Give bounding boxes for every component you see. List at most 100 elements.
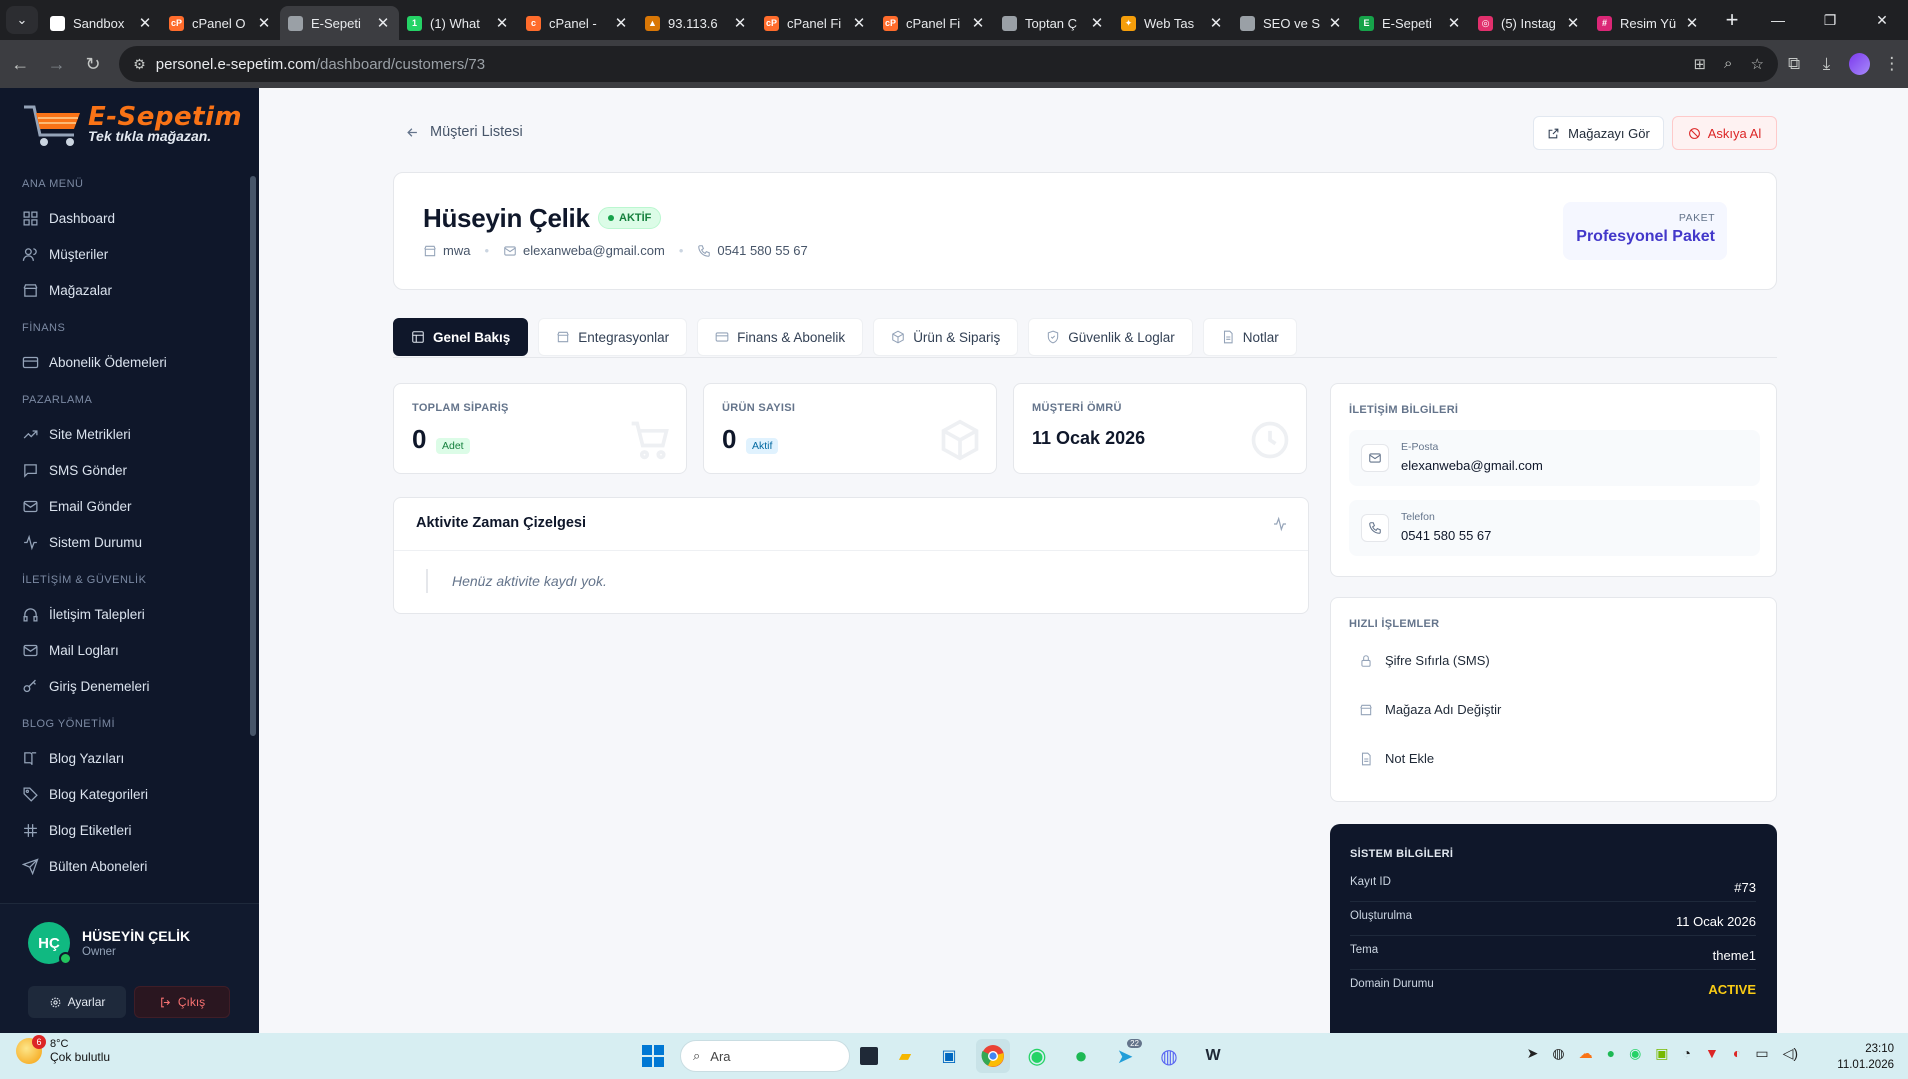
browser-tab[interactable]: Sandbox ✕ xyxy=(42,6,161,40)
forward-nav-icon[interactable]: → xyxy=(40,47,72,81)
volume-icon[interactable]: ◁) xyxy=(1783,1045,1798,1062)
tab-close-icon[interactable]: ✕ xyxy=(1565,14,1581,32)
whatsapp-tray-icon[interactable]: ◉ xyxy=(1629,1045,1641,1062)
translate-icon[interactable]: ⊞ xyxy=(1693,55,1706,73)
avatar[interactable]: HÇ xyxy=(28,922,72,965)
browser-tab[interactable]: # Resim Yü ✕ xyxy=(1589,6,1708,40)
spotify-tray-icon[interactable]: ● xyxy=(1607,1045,1615,1062)
download-icon[interactable]: ⤓ xyxy=(1810,54,1842,74)
sidebar-item-sistem-durumu[interactable]: Sistem Durumu xyxy=(0,524,259,560)
minimize-icon[interactable]: — xyxy=(1752,0,1804,40)
browser-menu-icon[interactable]: ⋮ xyxy=(1876,54,1908,74)
task-view-icon[interactable] xyxy=(860,1047,878,1065)
extensions-icon[interactable]: ⧉ xyxy=(1778,54,1810,74)
reload-icon[interactable]: ↻ xyxy=(77,47,109,81)
file-explorer-icon[interactable]: ▰ xyxy=(888,1039,922,1073)
network-icon[interactable]: ▭ xyxy=(1755,1045,1768,1062)
browser-tab[interactable]: cP cPanel O ✕ xyxy=(161,6,280,40)
tab-ürün-sipariş[interactable]: Ürün & Sipariş xyxy=(873,318,1019,356)
taskbar-search[interactable]: ⌕ Ara xyxy=(680,1040,850,1072)
rename-store-action[interactable]: Mağaza Adı Değiştir xyxy=(1359,702,1501,717)
contact-email-row[interactable]: E-Posta elexanweba@gmail.com xyxy=(1349,430,1760,486)
view-store-button[interactable]: Mağazayı Gör xyxy=(1533,116,1664,150)
phone-meta[interactable]: 0541 580 55 67 xyxy=(697,243,808,258)
sidebar-item-i-letişim-talepleri[interactable]: İletişim Talepleri xyxy=(0,596,259,632)
sidebar-item-sms-gönder[interactable]: SMS Gönder xyxy=(0,452,259,488)
chrome-tray-icon[interactable]: ◔ xyxy=(1683,1045,1691,1062)
whatsapp-icon[interactable]: ◉ xyxy=(1020,1039,1054,1073)
sidebar-item-email-gönder[interactable]: Email Gönder xyxy=(0,488,259,524)
tab-close-icon[interactable]: ✕ xyxy=(494,14,510,32)
browser-tab[interactable]: E-Sepeti ✕ xyxy=(280,6,399,40)
sidebar-item-blog-yazıları[interactable]: Blog Yazıları xyxy=(0,740,259,776)
tab-close-icon[interactable]: ✕ xyxy=(613,14,629,32)
sidebar-item-blog-kategorileri[interactable]: Blog Kategorileri xyxy=(0,776,259,812)
clock[interactable]: 23:10 11.01.2026 xyxy=(1837,1041,1894,1073)
tab-close-icon[interactable]: ✕ xyxy=(1089,14,1105,32)
tab-close-icon[interactable]: ✕ xyxy=(1327,14,1343,32)
new-tab-button[interactable]: + xyxy=(1718,7,1746,33)
wave-app-icon[interactable]: W xyxy=(1196,1039,1230,1073)
sidebar-scrollbar[interactable] xyxy=(250,176,256,736)
contact-phone-row[interactable]: Telefon 0541 580 55 67 xyxy=(1349,500,1760,556)
sidebar-item-müşteriler[interactable]: Müşteriler xyxy=(0,236,259,272)
browser-tab[interactable]: ▲ 93.113.6 ✕ xyxy=(637,6,756,40)
tab-close-icon[interactable]: ✕ xyxy=(851,14,867,32)
weather-widget[interactable]: 6 8°C Çok bulutlu xyxy=(16,1035,110,1064)
tab-close-icon[interactable]: ✕ xyxy=(256,14,272,32)
tab-close-icon[interactable]: ✕ xyxy=(1208,14,1224,32)
close-window-icon[interactable]: ✕ xyxy=(1856,0,1908,40)
chrome-icon[interactable] xyxy=(976,1039,1010,1073)
browser-tab[interactable]: E E-Sepeti ✕ xyxy=(1351,6,1470,40)
profile-avatar[interactable] xyxy=(1848,53,1870,75)
reset-password-action[interactable]: Şifre Sıfırla (SMS) xyxy=(1359,653,1490,668)
zoom-icon[interactable]: ⌕ xyxy=(1724,55,1732,73)
browser-tab[interactable]: ◎ (5) Instag ✕ xyxy=(1470,6,1589,40)
tab-close-icon[interactable]: ✕ xyxy=(137,14,153,32)
telegram-tray-icon[interactable]: ➤ xyxy=(1527,1045,1539,1062)
browser-tab[interactable]: Toptan Ç ✕ xyxy=(994,6,1113,40)
sidebar-item-giriş-denemeleri[interactable]: Giriş Denemeleri xyxy=(0,668,259,704)
cloud-tray-icon[interactable]: ☁ xyxy=(1579,1045,1593,1062)
browser-tab[interactable]: ✦ Web Tas ✕ xyxy=(1113,6,1232,40)
browser-tab[interactable]: 1 (1) What ✕ xyxy=(399,6,518,40)
vpn-tray-icon[interactable]: ▼ xyxy=(1705,1045,1719,1062)
tab-notlar[interactable]: Notlar xyxy=(1202,318,1297,356)
brand-logo[interactable]: E-Sepetim Tek tıkla mağazan. xyxy=(0,88,259,160)
sidebar-item-mağazalar[interactable]: Mağazalar xyxy=(0,272,259,308)
add-note-action[interactable]: Not Ekle xyxy=(1359,751,1434,766)
browser-tab[interactable]: cP cPanel Fi ✕ xyxy=(756,6,875,40)
restore-icon[interactable]: ❐ xyxy=(1804,0,1856,40)
tab-close-icon[interactable]: ✕ xyxy=(732,14,748,32)
sidebar-item-dashboard[interactable]: Dashboard xyxy=(0,200,259,236)
sidebar-item-site-metrikleri[interactable]: Site Metrikleri xyxy=(0,416,259,452)
tab-close-icon[interactable]: ✕ xyxy=(375,14,391,32)
address-bar[interactable]: ⚙ personel.e-sepetim.com/dashboard/custo… xyxy=(119,46,1778,82)
spotify-icon[interactable]: ● xyxy=(1064,1039,1098,1073)
discord-tray-icon[interactable]: ◍ xyxy=(1552,1045,1564,1062)
nvidia-tray-icon[interactable]: ▣ xyxy=(1655,1045,1668,1062)
sidebar-item-abonelik-ödemeleri[interactable]: Abonelik Ödemeleri xyxy=(0,344,259,380)
site-info-icon[interactable]: ⚙ xyxy=(133,56,146,73)
browser-tab[interactable]: c cPanel - ✕ xyxy=(518,6,637,40)
sidebar-item-blog-etiketleri[interactable]: Blog Etiketleri xyxy=(0,812,259,848)
sidebar-item-mail-logları[interactable]: Mail Logları xyxy=(0,632,259,668)
tab-genel-bakış[interactable]: Genel Bakış xyxy=(393,318,529,356)
tab-search-button[interactable]: ⌄ xyxy=(6,6,38,34)
back-to-customers-link[interactable]: Müşteri Listesi xyxy=(405,124,523,140)
back-nav-icon[interactable]: ← xyxy=(4,47,36,81)
telegram-icon[interactable]: ➤ 22 xyxy=(1108,1039,1142,1073)
browser-tab[interactable]: cP cPanel Fi ✕ xyxy=(875,6,994,40)
logout-button[interactable]: Çıkış xyxy=(134,986,230,1018)
suspend-button[interactable]: Askıya Al xyxy=(1672,116,1777,150)
tab-close-icon[interactable]: ✕ xyxy=(1684,14,1700,32)
email-meta[interactable]: elexanweba@gmail.com xyxy=(503,243,665,258)
discord-icon[interactable]: ◍ xyxy=(1152,1039,1186,1073)
tab-close-icon[interactable]: ✕ xyxy=(1446,14,1462,32)
sidebar-item-bülten-aboneleri[interactable]: Bülten Aboneleri xyxy=(0,848,259,880)
settings-button[interactable]: Ayarlar xyxy=(28,986,126,1018)
store-app-icon[interactable]: ▣ xyxy=(932,1039,966,1073)
windows-start-icon[interactable] xyxy=(636,1039,670,1073)
opera-tray-icon[interactable]: ◐ xyxy=(1733,1045,1741,1062)
tab-entegrasyonlar[interactable]: Entegrasyonlar xyxy=(538,318,688,356)
